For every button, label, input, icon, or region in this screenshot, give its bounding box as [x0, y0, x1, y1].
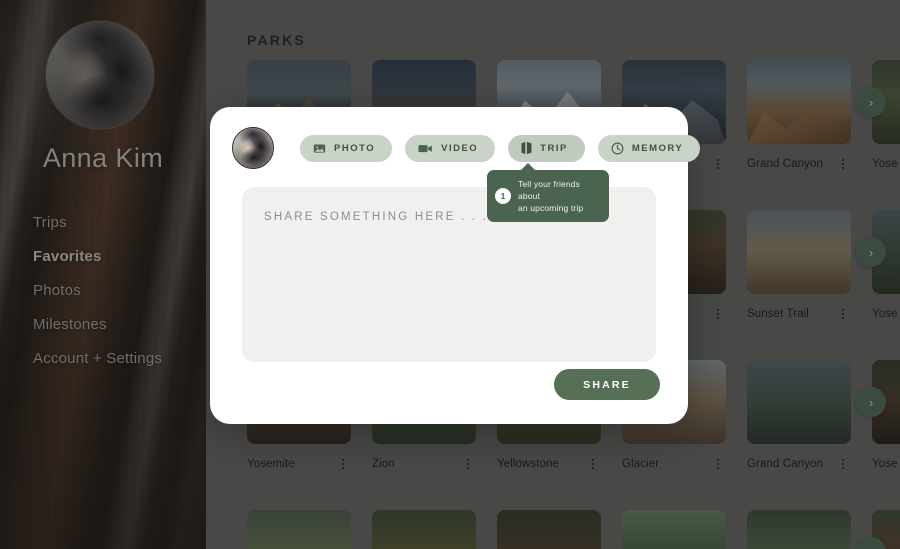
tooltip-text: Tell your friends about an upcoming trip	[518, 178, 600, 214]
chip-memory[interactable]: MEMORY	[597, 134, 701, 162]
share-modal: PHOTO VIDEO TRIP MEMORY SHARE SOMETHING …	[210, 107, 701, 424]
post-type-chips: PHOTO VIDEO TRIP MEMORY	[300, 134, 701, 162]
clock-icon	[611, 142, 624, 155]
chip-trip[interactable]: TRIP	[508, 134, 585, 162]
modal-header: PHOTO VIDEO TRIP MEMORY	[210, 126, 701, 170]
chip-photo-label: PHOTO	[334, 142, 376, 154]
share-textarea-placeholder: SHARE SOMETHING HERE . . .	[264, 211, 488, 223]
chip-trip-label: TRIP	[540, 142, 568, 154]
tooltip-line-2: an upcoming trip	[518, 203, 584, 213]
map-icon	[521, 141, 532, 155]
chip-memory-label: MEMORY	[631, 142, 684, 154]
share-button[interactable]: SHARE	[554, 369, 660, 400]
trip-tooltip: 1 Tell your friends about an upcoming tr…	[487, 163, 609, 222]
image-icon	[313, 142, 326, 155]
tooltip-step-badge: 1	[495, 188, 511, 204]
chip-photo[interactable]: PHOTO	[300, 134, 393, 162]
composer-avatar[interactable]	[232, 127, 274, 169]
video-icon	[418, 142, 433, 155]
chip-video[interactable]: VIDEO	[405, 134, 496, 162]
composer-avatar-image	[233, 128, 273, 168]
tooltip-line-1: Tell your friends about	[518, 179, 581, 201]
chip-video-label: VIDEO	[441, 142, 479, 154]
